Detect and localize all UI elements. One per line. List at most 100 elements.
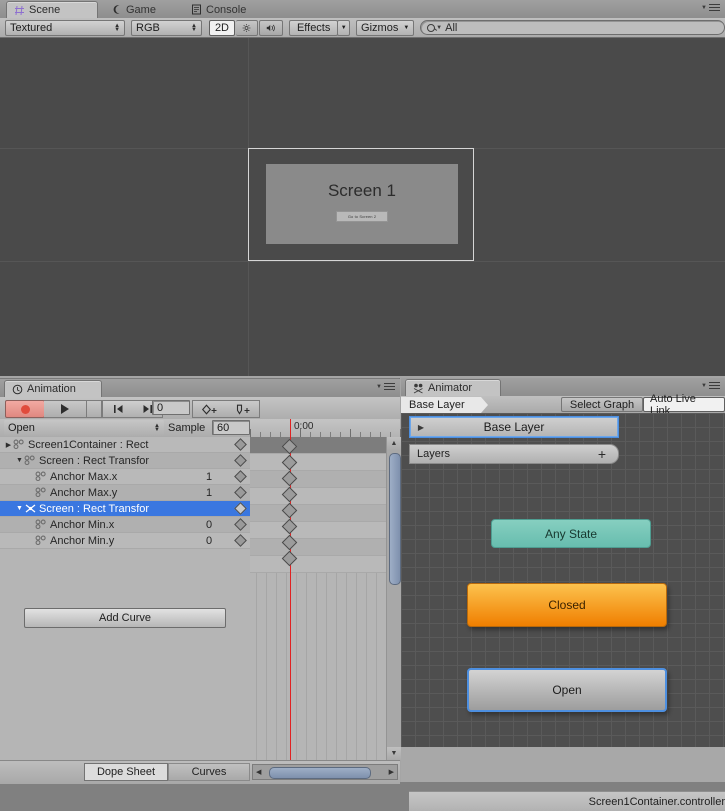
scroll-down-arrow[interactable]: ▼: [387, 747, 401, 760]
property-keyframe-toggle[interactable]: [230, 488, 250, 497]
add-layer-button[interactable]: +: [598, 449, 606, 459]
playhead-line[interactable]: [290, 419, 291, 760]
state-node-closed[interactable]: Closed: [467, 583, 667, 627]
vertical-scroll-thumb[interactable]: [389, 453, 401, 585]
tab-animation[interactable]: Animation: [4, 380, 102, 397]
animator-icon: [413, 383, 424, 394]
animator-state-graph[interactable]: ▶ Base Layer Layers + Any State Closed O…: [401, 413, 725, 747]
ruler-tick: [250, 429, 251, 437]
chevron-down-icon: ▼: [341, 25, 347, 31]
scene-tab-bar: Scene Game Console ▼: [0, 0, 725, 19]
property-keyframe-toggle[interactable]: [230, 456, 250, 465]
state-node-any-state[interactable]: Any State: [491, 519, 651, 548]
hamburger-icon: [709, 4, 720, 11]
dope-row[interactable]: [250, 488, 386, 505]
property-row[interactable]: ▼Screen : Rect Transfor: [0, 453, 250, 469]
timeline-horizontal-scrollbar[interactable]: ◀ ▶: [252, 764, 398, 780]
scene-panel-menu[interactable]: ▼: [701, 4, 720, 11]
tab-animator[interactable]: Animator: [405, 379, 501, 396]
property-value: 1: [188, 487, 230, 499]
audio-toggle[interactable]: [259, 20, 283, 36]
collapse-triangle-icon[interactable]: ▼: [15, 457, 24, 464]
breadcrumb-label: Base Layer: [409, 399, 465, 411]
graph-grid-line-h: [401, 511, 725, 512]
play-icon: [61, 404, 69, 414]
dope-row[interactable]: [250, 471, 386, 488]
curve-icon: [35, 487, 48, 498]
property-keyframe-toggle[interactable]: [230, 472, 250, 481]
tab-console[interactable]: Console: [184, 1, 270, 18]
layer-row-base[interactable]: ▶ Base Layer: [409, 416, 619, 438]
dope-row[interactable]: [250, 454, 386, 471]
play-button[interactable]: [44, 400, 87, 418]
property-row[interactable]: ▼Screen : Rect Transfor: [0, 501, 250, 517]
record-button[interactable]: [5, 400, 45, 418]
frame-field[interactable]: 0: [152, 400, 190, 415]
add-curve-button[interactable]: Add Curve: [24, 608, 226, 628]
animation-property-list[interactable]: ▶Screen1Container : Rect▼Screen : Rect T…: [0, 437, 250, 782]
dope-row[interactable]: [250, 556, 386, 573]
property-keyframe-toggle[interactable]: [230, 440, 250, 449]
property-keyframe-toggle[interactable]: [230, 520, 250, 529]
tab-scene-label: Scene: [29, 4, 60, 16]
toggle-2d[interactable]: 2D: [209, 20, 235, 36]
timeline-vertical-scrollbar[interactable]: ▲ ▼: [386, 437, 401, 760]
scroll-left-arrow[interactable]: ◀: [256, 768, 261, 776]
horizontal-scroll-thumb[interactable]: [269, 767, 371, 779]
draw-mode-dropdown[interactable]: Textured ▲▼: [5, 20, 125, 36]
dope-sheet-grid[interactable]: [250, 437, 386, 760]
effects-dropdown[interactable]: ▼: [337, 20, 350, 36]
scroll-right-arrow[interactable]: ▶: [389, 768, 394, 776]
tab-dope-sheet[interactable]: Dope Sheet: [84, 763, 168, 781]
curve-icon: [35, 519, 48, 530]
lighting-toggle[interactable]: [236, 20, 258, 36]
property-keyframe-toggle[interactable]: [230, 504, 250, 513]
scene-viewport[interactable]: Screen 1 Go to Screen 2: [0, 38, 725, 376]
go-to-screen2-button[interactable]: Go to Screen 2: [336, 211, 388, 222]
tab-game[interactable]: Game: [104, 1, 178, 18]
graph-grid-line-v: [709, 413, 710, 747]
auto-live-link-button[interactable]: Auto Live Link: [643, 397, 725, 412]
select-graph-button[interactable]: Select Graph: [561, 397, 643, 412]
gamepad-icon: [111, 4, 122, 15]
tab-game-label: Game: [126, 4, 156, 16]
search-input[interactable]: ▼ All: [420, 20, 725, 35]
dope-row[interactable]: [250, 522, 386, 539]
clip-selector-dropdown[interactable]: Open ▲▼: [4, 420, 164, 436]
add-event-button[interactable]: [227, 400, 260, 418]
scroll-up-arrow[interactable]: ▲: [387, 437, 401, 450]
collapse-triangle-icon[interactable]: ▼: [15, 505, 24, 512]
tab-dope-sheet-label: Dope Sheet: [97, 766, 155, 778]
animation-timeline[interactable]: 0:00: [250, 419, 400, 760]
sample-label: Sample: [168, 422, 205, 434]
draw-mode-label: Textured: [10, 22, 52, 34]
expand-triangle-icon[interactable]: ▶: [4, 441, 13, 449]
property-row[interactable]: Anchor Min.x0: [0, 517, 250, 533]
dope-row[interactable]: [250, 505, 386, 522]
effects-button[interactable]: Effects: [289, 20, 338, 36]
sample-field[interactable]: 60: [212, 420, 250, 435]
property-row[interactable]: ▶Screen1Container : Rect: [0, 437, 250, 453]
curve-icon: [24, 455, 37, 466]
dope-row[interactable]: [250, 539, 386, 556]
property-row[interactable]: Anchor Min.y0: [0, 533, 250, 549]
add-keyframe-button[interactable]: [192, 400, 228, 418]
property-row[interactable]: Anchor Max.x1: [0, 469, 250, 485]
tab-scene[interactable]: Scene: [6, 1, 98, 18]
state-node-open[interactable]: Open: [467, 668, 667, 712]
timeline-ruler[interactable]: 0:00: [250, 419, 400, 438]
tab-curves[interactable]: Curves: [168, 763, 250, 781]
ui-canvas-rect[interactable]: Screen 1 Go to Screen 2: [248, 148, 474, 261]
graph-grid-line-h: [401, 497, 725, 498]
updown-icon: ▲▼: [114, 24, 120, 32]
prev-keyframe-button[interactable]: [102, 400, 134, 418]
animation-panel-menu[interactable]: ▼: [376, 383, 395, 390]
property-keyframe-toggle[interactable]: [230, 536, 250, 545]
property-row[interactable]: Anchor Max.y1: [0, 485, 250, 501]
color-mode-dropdown[interactable]: RGB ▲▼: [131, 20, 202, 36]
animator-panel-menu[interactable]: ▼: [701, 382, 720, 389]
screen1-panel[interactable]: Screen 1 Go to Screen 2: [266, 164, 458, 244]
breadcrumb-base-layer[interactable]: Base Layer: [401, 397, 481, 413]
property-value: 1: [188, 471, 230, 483]
gizmos-dropdown[interactable]: Gizmos ▼: [356, 20, 414, 36]
